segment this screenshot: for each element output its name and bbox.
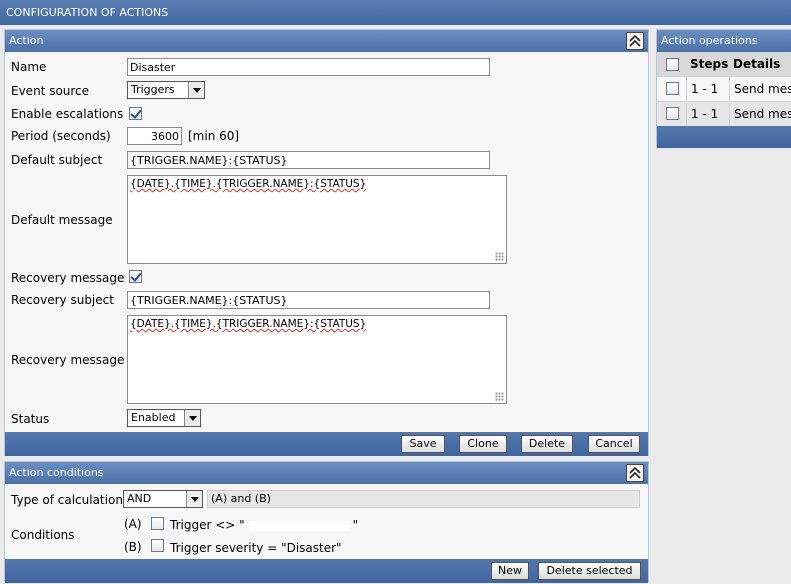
status-value: Enabled [131, 411, 176, 424]
recovery-subject-label: Recovery subject [11, 293, 114, 307]
save-button[interactable]: Save [401, 435, 445, 453]
row-details: Send mes [734, 82, 791, 96]
new-button[interactable]: New [491, 562, 529, 580]
operations-panel: Action operations Steps Details 1 - 1 Se… [656, 29, 791, 148]
operations-panel-header: Action operations [657, 30, 791, 52]
calc-type-select[interactable]: AND [123, 490, 203, 508]
recovery-subject-input[interactable] [127, 291, 490, 309]
operations-header-row: Steps Details [657, 52, 791, 77]
row-checkbox[interactable] [666, 107, 679, 120]
select-all-checkbox[interactable] [666, 58, 679, 71]
event-source-value: Triggers [131, 83, 175, 96]
clone-button[interactable]: Clone [459, 435, 507, 453]
enable-escalations-label: Enable escalations [11, 107, 124, 121]
operations-footer [657, 126, 791, 148]
name-input[interactable] [127, 58, 490, 76]
row-checkbox[interactable] [666, 82, 679, 95]
default-subject-label: Default subject [11, 153, 103, 167]
event-source-select[interactable]: Triggers [127, 81, 205, 99]
condition-checkbox[interactable] [151, 517, 164, 530]
collapse-up-icon[interactable] [626, 32, 644, 50]
action-panel: Action Name Event source Triggers Enable… [4, 29, 649, 456]
recovery-message-text: {DATE}.{TIME}.{TRIGGER.NAME}:{STATUS} [130, 318, 367, 330]
operations-panel-title: Action operations [661, 34, 758, 47]
cancel-button[interactable]: Cancel [588, 435, 640, 453]
delete-button[interactable]: Delete [521, 435, 573, 453]
period-hint: [min 60] [188, 129, 240, 143]
event-source-label: Event source [11, 84, 90, 98]
recovery-message-check-label: Recovery message [11, 271, 125, 285]
table-row: 1 - 1 Send mes [657, 77, 791, 102]
enable-escalations-checkbox[interactable] [129, 107, 142, 120]
action-panel-title: Action [9, 34, 44, 47]
default-subject-input[interactable] [127, 151, 490, 169]
conditions-panel-header: Action conditions [5, 462, 648, 484]
window-title: CONFIGURATION OF ACTIONS [0, 0, 791, 25]
conditions-footer: New Delete selected [5, 559, 648, 583]
row-details: Send mes [734, 107, 791, 121]
default-message-textarea[interactable]: {DATE}.{TIME}.{TRIGGER.NAME}:{STATUS} [127, 175, 507, 264]
calc-type-value: AND [127, 492, 152, 505]
default-message-label: Default message [11, 213, 113, 227]
condition-tag: (B) [124, 540, 142, 554]
conditions-panel: Action conditions Type of calculation AN… [4, 461, 649, 583]
resize-grip-icon[interactable] [495, 392, 504, 401]
details-column-header: Details [733, 57, 781, 71]
recovery-message-checkbox[interactable] [129, 270, 142, 283]
conditions-panel-title: Action conditions [9, 466, 104, 479]
calc-type-label: Type of calculation [11, 493, 123, 507]
chevron-down-icon [184, 410, 200, 426]
condition-text: Trigger <> " " [170, 518, 359, 532]
condition-tag: (A) [124, 517, 142, 531]
name-label: Name [11, 60, 47, 74]
period-input[interactable] [127, 127, 182, 145]
condition-text: Trigger severity = "Disaster" [170, 541, 342, 555]
resize-grip-icon[interactable] [495, 252, 504, 261]
status-label: Status [11, 412, 50, 426]
calc-formula: (A) and (B) [207, 490, 640, 508]
chevron-down-icon [188, 82, 204, 98]
conditions-label: Conditions [11, 528, 75, 542]
period-label: Period (seconds) [11, 129, 111, 143]
chevron-down-icon [186, 491, 202, 507]
row-steps: 1 - 1 [691, 82, 719, 96]
condition-checkbox[interactable] [151, 539, 164, 552]
collapse-up-icon[interactable] [626, 464, 644, 482]
recovery-message-textarea[interactable]: {DATE}.{TIME}.{TRIGGER.NAME}:{STATUS} [127, 315, 507, 404]
table-row: 1 - 1 Send mes [657, 102, 791, 127]
delete-selected-button[interactable]: Delete selected [538, 562, 641, 580]
action-footer: Save Clone Delete Cancel [5, 432, 648, 456]
recovery-message-label: Recovery message [11, 353, 125, 367]
status-select[interactable]: Enabled [127, 409, 201, 427]
row-steps: 1 - 1 [691, 107, 719, 121]
default-message-text: {DATE}.{TIME}.{TRIGGER.NAME}:{STATUS} [130, 178, 367, 190]
action-panel-header: Action [5, 30, 648, 52]
steps-column-header: Steps [690, 57, 729, 71]
